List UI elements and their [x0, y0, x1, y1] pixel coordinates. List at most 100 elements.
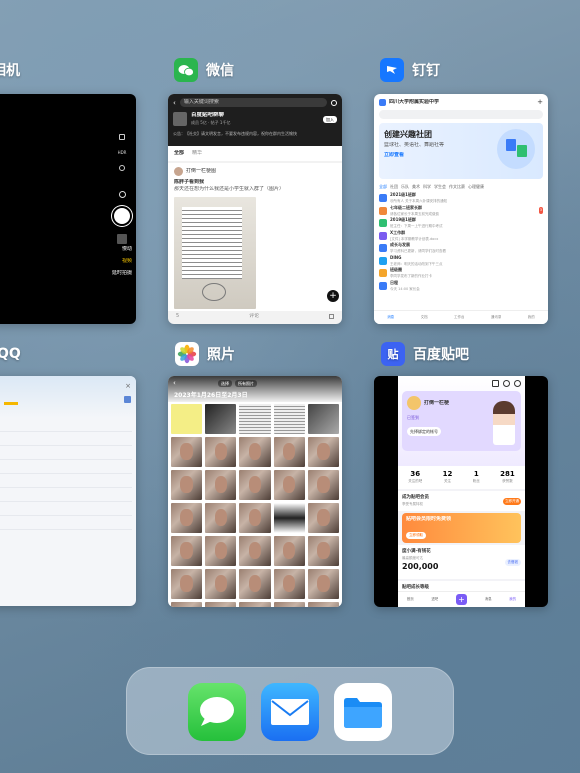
select-button[interactable]: 选择: [218, 380, 232, 387]
list-item[interactable]: 班级圈 李同学发布了新的作业打卡: [379, 267, 543, 280]
files-icon[interactable]: [334, 683, 392, 741]
photo-thumbnail[interactable]: [239, 404, 271, 434]
list-item[interactable]: 七年级二班家长群 请各位家长于本周五前完成缴费 3: [379, 205, 543, 218]
photo-thumbnail[interactable]: [239, 470, 271, 500]
live-icon[interactable]: [119, 165, 125, 171]
photo-thumbnail[interactable]: [273, 569, 305, 599]
list-item[interactable]: [0, 516, 132, 530]
photo-thumbnail[interactable]: [273, 470, 305, 500]
join-button[interactable]: 加入: [323, 115, 337, 123]
tabbar-item[interactable]: 消息: [485, 596, 492, 603]
photo-thumbnail[interactable]: [239, 437, 271, 467]
bind-account-button[interactable]: 先择绑定的帐号: [407, 427, 441, 436]
photo-thumbnail[interactable]: [171, 404, 203, 434]
compose-button[interactable]: +: [327, 290, 339, 302]
photo-thumbnail[interactable]: [205, 404, 237, 434]
post-image[interactable]: [174, 197, 256, 309]
promo-banner[interactable]: 贴吧会员限时免费领 立即领取: [402, 513, 521, 543]
loan-card[interactable]: 度小满·有钱花 最高额度可达 200,000 去借钱: [398, 545, 525, 579]
list-item[interactable]: [0, 418, 132, 432]
tab-all[interactable]: 全部: [174, 150, 184, 157]
list-item[interactable]: 日程 今天 14:00 家长会: [379, 280, 543, 293]
hdr-icon[interactable]: HDR: [118, 150, 127, 155]
camera-app-card[interactable]: HDR 慢动 视频 延时拍摄: [0, 94, 136, 324]
photo-thumbnail[interactable]: [171, 536, 203, 566]
photo-thumbnail[interactable]: [205, 503, 237, 533]
tieba-app-card[interactable]: 打倒一栏梗 已签到 先择绑定的帐号 36 关注的吧 12 关注 1 粉丝 281 获赞数…: [374, 376, 548, 607]
photo-thumbnail[interactable]: [171, 503, 203, 533]
photo-thumbnail[interactable]: [205, 536, 237, 566]
tab[interactable]: 社团: [390, 183, 398, 190]
stat[interactable]: 281 获赞数: [500, 470, 515, 485]
list-item[interactable]: 成长与发展 学习资料已更新，请同学们及时查看: [379, 242, 543, 255]
photo-thumbnail[interactable]: [273, 602, 305, 607]
list-item[interactable]: [0, 432, 132, 446]
list-item[interactable]: [0, 446, 132, 460]
photo-thumbnail[interactable]: [273, 536, 305, 566]
post-card[interactable]: 打倒一栏梗图 陈胖子看到我 那天还在想为什么我还是小学生就入群了（图片）: [168, 163, 342, 311]
tab[interactable]: 科学: [423, 183, 431, 190]
back-icon[interactable]: ‹: [173, 379, 176, 387]
photo-thumbnail[interactable]: [205, 569, 237, 599]
list-item[interactable]: 2021级1班群 @所有人 关于本周六补课安排的通知: [379, 192, 543, 205]
photo-thumbnail[interactable]: [171, 437, 203, 467]
add-icon[interactable]: +: [537, 98, 543, 106]
photo-thumbnail[interactable]: [239, 569, 271, 599]
sidebar-toggle-icon[interactable]: [124, 396, 131, 403]
switch-camera-icon[interactable]: [118, 191, 126, 198]
tabbar-item[interactable]: 通讯录: [491, 314, 502, 321]
tab[interactable]: 美术: [412, 183, 420, 190]
photo-thumbnail[interactable]: [205, 602, 237, 607]
publish-button[interactable]: +: [455, 594, 467, 605]
tabbar-item[interactable]: 进吧: [431, 596, 438, 603]
list-item[interactable]: [0, 502, 132, 516]
list-item[interactable]: [0, 460, 132, 474]
last-photo-thumbnail[interactable]: [117, 234, 127, 244]
photo-thumbnail[interactable]: [273, 437, 305, 467]
list-item[interactable]: X工作群 [文件] 本学期教学计划表.docx: [379, 230, 543, 243]
flash-icon[interactable]: [119, 134, 125, 140]
photo-thumbnail[interactable]: [307, 536, 339, 566]
scan-icon[interactable]: [492, 380, 499, 387]
member-row[interactable]: 成为贴吧会员 享受专属特权 立即开通: [398, 491, 525, 511]
back-icon[interactable]: ‹: [173, 99, 176, 107]
list-item[interactable]: 2019级1班群 班主任：下周一上午进行期中考试: [379, 217, 543, 230]
photo-thumbnail[interactable]: [307, 437, 339, 467]
camera-mode[interactable]: 视频: [122, 258, 132, 265]
tabbar-item[interactable]: 消息: [387, 314, 394, 321]
stat[interactable]: 1 粉丝: [473, 470, 480, 485]
dingtalk-app-card[interactable]: 四川大学附属实验中学 + 创建兴趣社团 篮球社、英语社、舞蹈社等 立即查看 全部…: [374, 94, 548, 324]
tabbar-item[interactable]: 我的: [528, 314, 535, 321]
wechat-app-card[interactable]: ‹ 输入关键词搜索 百度贴吧群聊 成员 5亿 · 帖子 1千亿 加入 公告：【社…: [168, 94, 342, 324]
settings-icon[interactable]: [514, 380, 521, 387]
photo-thumbnail[interactable]: [239, 503, 271, 533]
photo-thumbnail[interactable]: [273, 503, 305, 533]
qq-app-card[interactable]: ×: [0, 376, 136, 606]
photo-thumbnail[interactable]: [307, 602, 339, 607]
list-item[interactable]: [0, 474, 132, 488]
skin-icon[interactable]: [503, 380, 510, 387]
photo-thumbnail[interactable]: [205, 437, 237, 467]
tab[interactable]: 心理健康: [468, 183, 484, 190]
search-input[interactable]: [379, 110, 543, 119]
photo-thumbnail[interactable]: [307, 470, 339, 500]
org-name[interactable]: 四川大学附属实验中学: [389, 99, 534, 106]
tabbar-item[interactable]: 首页: [407, 596, 414, 603]
profile-card[interactable]: 打倒一栏梗 已签到 先择绑定的帐号: [402, 391, 521, 451]
photo-thumbnail[interactable]: [171, 602, 203, 607]
photo-thumbnail[interactable]: [239, 536, 271, 566]
tabbar-item[interactable]: 文档: [421, 314, 428, 321]
tab[interactable]: 学生会: [434, 183, 446, 190]
tab-featured[interactable]: 精华: [192, 150, 202, 157]
tabbar-item[interactable]: 工作台: [454, 314, 465, 321]
loan-button[interactable]: 去借钱: [504, 559, 521, 566]
photo-thumbnail[interactable]: [205, 470, 237, 500]
photo-thumbnail[interactable]: [239, 602, 271, 607]
like-count[interactable]: 5: [176, 313, 179, 320]
member-button[interactable]: 立即开通: [503, 497, 521, 505]
mail-icon[interactable]: [261, 683, 319, 741]
stat[interactable]: 12 关注: [443, 470, 453, 485]
camera-mode[interactable]: 慢动: [122, 246, 132, 253]
promo-button[interactable]: 立即领取: [406, 532, 426, 539]
search-input[interactable]: 输入关键词搜索: [179, 98, 327, 107]
